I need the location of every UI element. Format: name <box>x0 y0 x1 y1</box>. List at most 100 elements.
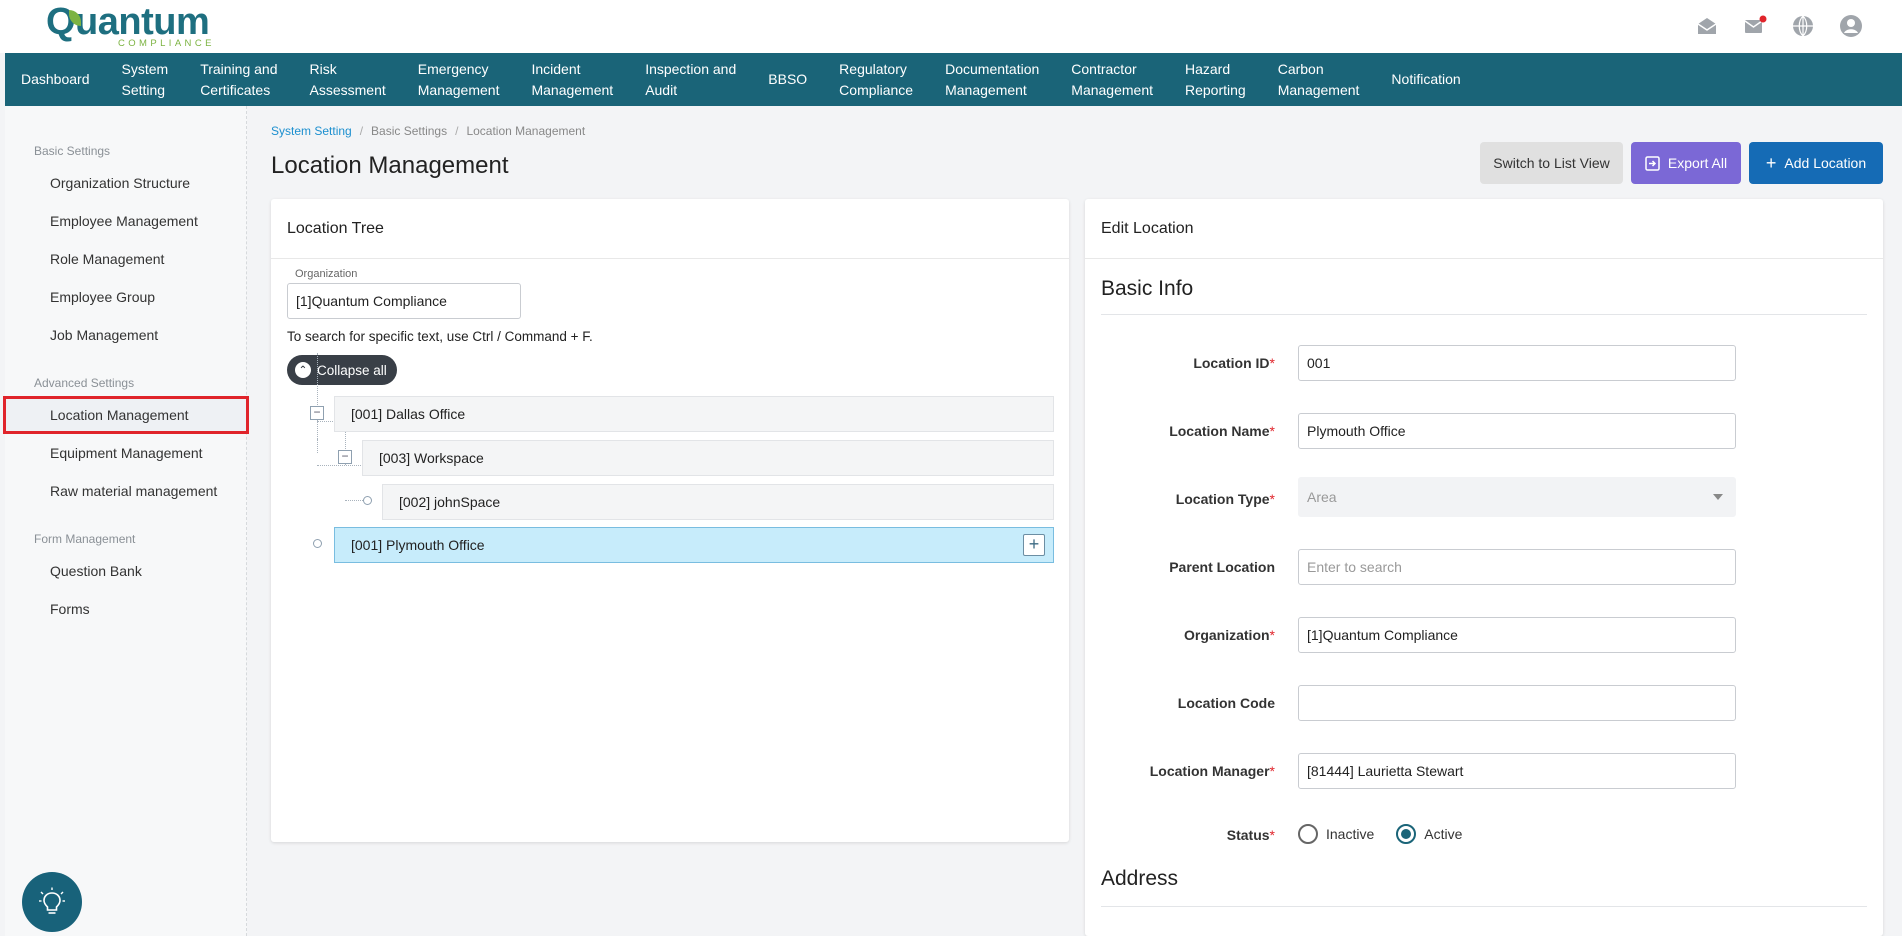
location-type-value: Area <box>1307 489 1337 505</box>
nav-item-carbon-management[interactable]: Carbon Management <box>1262 59 1376 101</box>
sidebar-item-forms[interactable]: Forms <box>5 590 247 628</box>
nav-item-documentation-management[interactable]: Documentation Management <box>929 59 1055 101</box>
status-inactive-radio[interactable] <box>1298 824 1318 844</box>
tree-node-workspace[interactable]: [003] Workspace <box>362 440 1054 476</box>
app-logo[interactable]: Quantum COMPLIANCE <box>46 1 216 49</box>
sidebar-item-job-management[interactable]: Job Management <box>5 316 247 354</box>
nav-item-incident-management[interactable]: Incident Management <box>515 59 629 101</box>
sidebar-item-organization-structure[interactable]: Organization Structure <box>5 164 247 202</box>
breadcrumb: System Setting / Basic Settings / Location M… <box>271 124 586 138</box>
nav-item-emergency-management[interactable]: Emergency Management <box>402 59 516 101</box>
nav-item-risk-assessment[interactable]: Risk Assessment <box>294 59 402 101</box>
sidebar-group-advanced-settings: Advanced Settings <box>34 376 135 390</box>
status-inactive-label: Inactive <box>1326 826 1375 842</box>
lightbulb-icon <box>39 887 65 914</box>
nav-label: Emergency <box>417 60 489 77</box>
nav-label: Audit <box>645 81 678 98</box>
tree-node-dallas-office[interactable]: [001] Dallas Office <box>334 396 1054 432</box>
status-active-radio[interactable] <box>1396 824 1417 844</box>
nav-label: BBSO <box>768 71 808 87</box>
messages-icon[interactable] <box>1742 13 1768 39</box>
nav-label: Carbon <box>1277 60 1324 77</box>
chevron-down-icon <box>1713 494 1723 500</box>
add-child-button[interactable]: + <box>1023 534 1045 556</box>
lightbulb-help-button[interactable] <box>22 872 82 932</box>
basic-info-heading: Basic Info <box>1101 277 1194 300</box>
breadcrumb-current: Location Management <box>466 124 586 138</box>
nav-label: Management <box>945 81 1027 98</box>
tree-node-johnspace[interactable]: [002] johnSpace <box>382 484 1054 520</box>
tree-node-label: [001] Dallas Office <box>351 406 466 422</box>
export-all-button[interactable]: Export All <box>1631 142 1741 184</box>
edit-location-card: Edit Location Basic Info Location ID* 00… <box>1085 199 1883 936</box>
switch-to-list-view-button[interactable]: Switch to List View <box>1480 142 1623 184</box>
sidebar-item-location-management[interactable]: Location Management <box>3 396 249 434</box>
nav-label: Management <box>1071 81 1153 98</box>
location-name-input[interactable]: Plymouth Office <box>1298 413 1736 449</box>
sidebar-item-employee-group[interactable]: Employee Group <box>5 278 247 316</box>
sidebar-item-question-bank[interactable]: Question Bank <box>5 552 247 590</box>
globe-icon[interactable] <box>1790 13 1816 39</box>
sidebar-item-equipment-management[interactable]: Equipment Management <box>5 434 247 472</box>
nav-label: Training and <box>200 60 278 77</box>
sidebar-item-employee-management[interactable]: Employee Management <box>5 202 247 240</box>
nav-label: Dashboard <box>21 71 90 87</box>
nav-label: Risk <box>309 60 337 77</box>
nav-label: Setting <box>121 81 166 98</box>
add-location-label: Add Location <box>1784 155 1867 171</box>
status-active-label: Active <box>1424 826 1463 842</box>
location-id-label: Location ID* <box>1193 355 1275 371</box>
tree-connector <box>317 353 318 439</box>
nav-item-inspection-and-audit[interactable]: Inspection and Audit <box>629 59 752 101</box>
nav-label: Hazard <box>1185 60 1231 77</box>
nav-item-regulatory-compliance[interactable]: Regulatory Compliance <box>823 59 929 101</box>
status-radio-group: Inactive Active <box>1298 824 1462 844</box>
status-label: Status* <box>1226 827 1275 843</box>
mail-open-icon[interactable] <box>1694 13 1720 39</box>
logo-text: Quantum <box>46 1 210 43</box>
tree-toggle-collapse[interactable]: − <box>338 450 352 464</box>
nav-label: Contractor <box>1071 60 1137 77</box>
nav-item-hazard-reporting[interactable]: Hazard Reporting <box>1169 59 1262 101</box>
edit-location-title: Edit Location <box>1085 199 1883 259</box>
nav-item-notification[interactable]: Notification <box>1375 69 1476 90</box>
nav-item-system-setting[interactable]: System Setting <box>106 59 185 101</box>
breadcrumb-basic-settings: Basic Settings <box>371 124 448 138</box>
organization-select[interactable]: [1]Quantum Compliance <box>287 283 521 319</box>
user-avatar-icon[interactable] <box>1838 13 1864 39</box>
sidebar-item-role-management[interactable]: Role Management <box>5 240 247 278</box>
nav-item-bbso[interactable]: BBSO <box>752 69 823 90</box>
divider <box>1101 314 1867 315</box>
tree-node-plymouth-office[interactable]: [001] Plymouth Office + <box>334 527 1054 563</box>
location-type-select[interactable]: Area <box>1298 477 1736 517</box>
breadcrumb-system-setting[interactable]: System Setting <box>271 124 352 138</box>
sidebar-group-form-management: Form Management <box>34 532 136 546</box>
tree-node-label: [001] Plymouth Office <box>351 537 485 553</box>
nav-item-dashboard[interactable]: Dashboard <box>5 69 106 90</box>
nav-item-training-and-certificates[interactable]: Training and Certificates <box>184 59 293 101</box>
tree-toggle-collapse[interactable]: − <box>310 406 324 420</box>
nav-label: Management <box>531 81 614 98</box>
switch-view-label: Switch to List View <box>1493 155 1610 171</box>
parent-location-input[interactable]: Enter to search <box>1298 549 1736 585</box>
tree-connector <box>317 439 318 453</box>
add-location-button[interactable]: + Add Location <box>1749 142 1883 184</box>
divider <box>1101 906 1867 907</box>
organization-field-label: Organization* <box>1183 627 1275 643</box>
nav-label: Management <box>1277 81 1360 98</box>
nav-label: Reporting <box>1185 81 1246 98</box>
tree-leaf-dot <box>363 496 372 505</box>
plus-icon: + <box>1765 153 1777 173</box>
sidebar-item-raw-material-management[interactable]: Raw material management <box>5 472 247 510</box>
main-nav: Dashboard System Setting Training and Certif… <box>5 53 1902 106</box>
location-manager-input[interactable]: [81444] Laurietta Stewart <box>1298 753 1736 789</box>
collapse-all-button[interactable]: ⌃ Collapse all <box>287 355 397 385</box>
location-id-input[interactable]: 001 <box>1298 345 1736 381</box>
sidebar-group-basic-settings: Basic Settings <box>34 144 111 158</box>
organization-input[interactable]: [1]Quantum Compliance <box>1298 617 1736 653</box>
nav-label: Certificates <box>200 81 271 98</box>
location-code-input[interactable] <box>1298 685 1736 721</box>
tree-connector <box>345 500 363 501</box>
nav-item-contractor-management[interactable]: Contractor Management <box>1055 59 1169 101</box>
page-title: Location Management <box>271 152 509 179</box>
